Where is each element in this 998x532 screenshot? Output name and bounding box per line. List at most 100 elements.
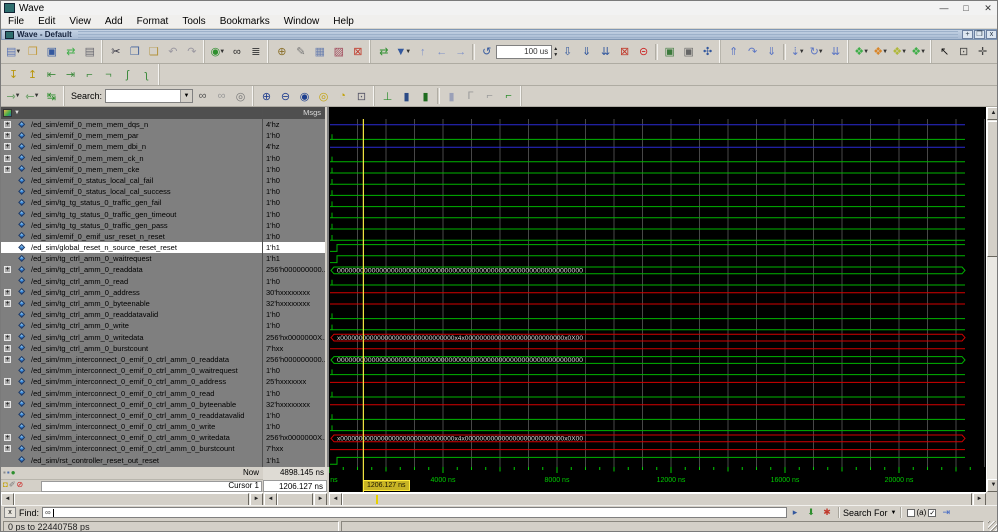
signal-row[interactable]: /ed_sim/tg_tg_status_0_traffic_gen_fail [1, 197, 262, 209]
cursor-mode-button[interactable]: Ⅱ [993, 43, 997, 60]
expand-plus-icon[interactable]: + [4, 333, 11, 341]
chevron-down-icon[interactable]: ▼ [882, 49, 888, 55]
wave-scatter-button[interactable]: ▨ [330, 43, 347, 60]
zoom-full-button[interactable]: ◉ [296, 88, 313, 105]
run-length-spinner[interactable]: 100 us [496, 44, 553, 59]
maximize-button[interactable]: □ [955, 2, 977, 14]
waveform-canvas[interactable]: 0000000000000000000000000000000000000000… [329, 107, 986, 467]
remove-time-button[interactable]: ⇽ ▼ [24, 88, 41, 105]
signal-row[interactable]: + /ed_sim/emif_0_mem_mem_ck_n [1, 152, 262, 164]
insert-cursor-button[interactable]: ↧ [5, 66, 22, 83]
show-list-button[interactable]: ≣ [247, 43, 264, 60]
open-file-button[interactable]: ❒ [24, 43, 41, 60]
signal-row[interactable]: + /ed_sim/mm_interconnect_0_emif_0_ctrl_a… [1, 432, 262, 444]
menu-format[interactable]: Format [130, 16, 176, 27]
delete-cursor-button[interactable]: ↥ [24, 66, 41, 83]
new-file-button[interactable]: ▤ ▼ [5, 43, 22, 60]
menu-file[interactable]: File [1, 16, 31, 27]
signal-row[interactable]: + /ed_sim/tg_ctrl_amm_0_byteenable [1, 298, 262, 310]
signal-row[interactable]: + /ed_sim/tg_ctrl_amm_0_burstcount [1, 342, 262, 354]
dock-button[interactable]: + [962, 30, 973, 39]
window-cascade-2-button[interactable]: ❖ ▼ [872, 43, 889, 60]
pause-toggle-button[interactable]: ▣ [661, 43, 678, 60]
zoom-mode-button[interactable]: ⊡ [955, 43, 972, 60]
step-forward-button[interactable]: → [452, 43, 469, 60]
run-length-spinner-arrows[interactable]: ▲ ▼ [553, 46, 558, 58]
signal-row[interactable]: + /ed_sim/mm_interconnect_0_emif_0_ctrl_a… [1, 443, 262, 455]
run-all-button[interactable]: ⇊ [597, 43, 614, 60]
signal-row[interactable]: /ed_sim/emif_0_status_local_cal_fail [1, 174, 262, 187]
move-up-button[interactable]: ⇑ [725, 43, 742, 60]
prev-transition-button[interactable]: ⇤ [43, 66, 60, 83]
zoom-out-button[interactable]: ⊖ [277, 88, 294, 105]
chevron-down-icon[interactable]: ▼ [15, 93, 21, 99]
vertical-scroll-thumb[interactable] [987, 121, 997, 257]
move-down-button[interactable]: ⇓ [763, 43, 780, 60]
signal-row[interactable]: + /ed_sim/tg_ctrl_amm_0_readdata [1, 264, 262, 276]
next-falling-edge-button[interactable]: ¬ [100, 66, 117, 83]
find-binoculars-button[interactable]: ∞ [228, 43, 245, 60]
select-mode-button[interactable]: ↖ [936, 43, 953, 60]
signal-row[interactable]: + /ed_sim/tg_ctrl_amm_0_writedata [1, 331, 262, 343]
expand-plus-icon[interactable]: + [4, 266, 11, 274]
chevron-down-icon[interactable]: ▼ [14, 110, 20, 116]
signal-row[interactable]: + /ed_sim/mm_interconnect_0_emif_0_ctrl_a… [1, 398, 262, 410]
signal-row[interactable]: /ed_sim/tg_tg_status_0_traffic_gen_pass [1, 219, 262, 231]
cursor-lock-button[interactable]: ⊥ [379, 88, 396, 105]
rotate-items-button[interactable]: ↻ ▼ [808, 43, 825, 60]
signal-row[interactable]: /ed_sim/emif_0_status_local_cal_success [1, 186, 262, 198]
expand-plus-icon[interactable]: + [4, 165, 11, 173]
cursor1-row[interactable]: ◘ ✐ ⊘ Cursor 1 [1, 480, 263, 492]
stop-button[interactable]: ⊝ [635, 43, 652, 60]
chevron-down-icon[interactable]: ▼ [920, 49, 926, 55]
expand-time-button[interactable]: ↹ [43, 88, 60, 105]
expand-plus-icon[interactable]: + [4, 300, 11, 307]
cut-button[interactable]: ✂ [107, 43, 124, 60]
wrap-checkbox[interactable]: ✓ [928, 508, 937, 517]
wave-view-gray-button[interactable]: ▮ [443, 88, 460, 105]
timeline-ruler[interactable]: 0 ns 4000 ns 8000 ns 12000 ns 16000 ns 20000 … [324, 467, 986, 492]
expand-down-button[interactable]: ⇣ ▼ [789, 43, 806, 60]
monitor-icon[interactable]: ▪ [7, 468, 10, 478]
chevron-down-icon[interactable]: ▼ [15, 49, 21, 55]
edit-cursor-icon[interactable]: ✐ [9, 480, 16, 490]
names-hscrollbar[interactable]: ◄ ► [1, 492, 263, 506]
chevron-down-icon[interactable]: ▼ [180, 90, 193, 102]
signal-row[interactable]: + /ed_sim/emif_0_mem_mem_dbi_n [1, 141, 262, 153]
wave-view-green-button[interactable]: ▮ [417, 88, 434, 105]
window-marker-icon[interactable]: ▪ [3, 468, 6, 478]
menu-window[interactable]: Window [277, 16, 327, 27]
lock-icon[interactable]: ◘ [3, 480, 8, 490]
signal-row[interactable]: /ed_sim/tg_ctrl_amm_0_write [1, 320, 262, 332]
signal-row[interactable]: + /ed_sim/mm_interconnect_0_emif_0_ctrl_a… [1, 353, 262, 366]
menu-view[interactable]: View [62, 16, 98, 27]
window-cascade-1-button[interactable]: ❖ ▼ [853, 43, 870, 60]
restart-button[interactable]: ↺ [478, 43, 495, 60]
vertical-scrollbar[interactable]: ▲ ▼ [986, 107, 997, 492]
edge-style-2-button[interactable]: ⌐ [481, 88, 498, 105]
edge-style-1-button[interactable]: Γ [462, 88, 479, 105]
expand-plus-icon[interactable]: + [4, 434, 11, 442]
msgs-header[interactable]: Msgs [263, 107, 325, 119]
next-transition-button[interactable]: ⇥ [62, 66, 79, 83]
find-input[interactable]: ∞ [42, 507, 788, 518]
signal-row[interactable]: /ed_sim/mm_interconnect_0_emif_0_ctrl_am… [1, 421, 262, 433]
redo-button[interactable]: ↷ [183, 43, 200, 60]
cursor1-flag[interactable]: 1206.127 ns [363, 480, 410, 491]
signal-row[interactable]: /ed_sim/mm_interconnect_0_emif_0_ctrl_am… [1, 409, 262, 422]
save-button[interactable]: ▣ [43, 43, 60, 60]
next-rising-edge-button[interactable]: ʅ [138, 66, 155, 83]
signal-names-header[interactable]: ▼ [1, 107, 262, 119]
search-prev-button[interactable]: ∞ [213, 88, 230, 105]
signal-row[interactable]: + /ed_sim/emif_0_mem_mem_dqs_n [1, 119, 262, 131]
find-down-button[interactable]: ⬇ [804, 507, 818, 519]
subwindow-titlebar[interactable]: Wave - Default + ❐ x [1, 29, 997, 40]
edit-wave-button[interactable]: ✎ [292, 43, 309, 60]
values-hscrollbar[interactable]: ◄ ► [264, 492, 327, 506]
print-button[interactable]: ▤ [81, 43, 98, 60]
wave-grid-button[interactable]: ▦ [311, 43, 328, 60]
swap-view-button[interactable]: ⇄ [375, 43, 392, 60]
search-next-button[interactable]: ∞ [194, 88, 211, 105]
signal-row[interactable]: + /ed_sim/emif_0_mem_mem_par [1, 130, 262, 142]
refresh-displays-button[interactable]: ✣ [699, 43, 716, 60]
